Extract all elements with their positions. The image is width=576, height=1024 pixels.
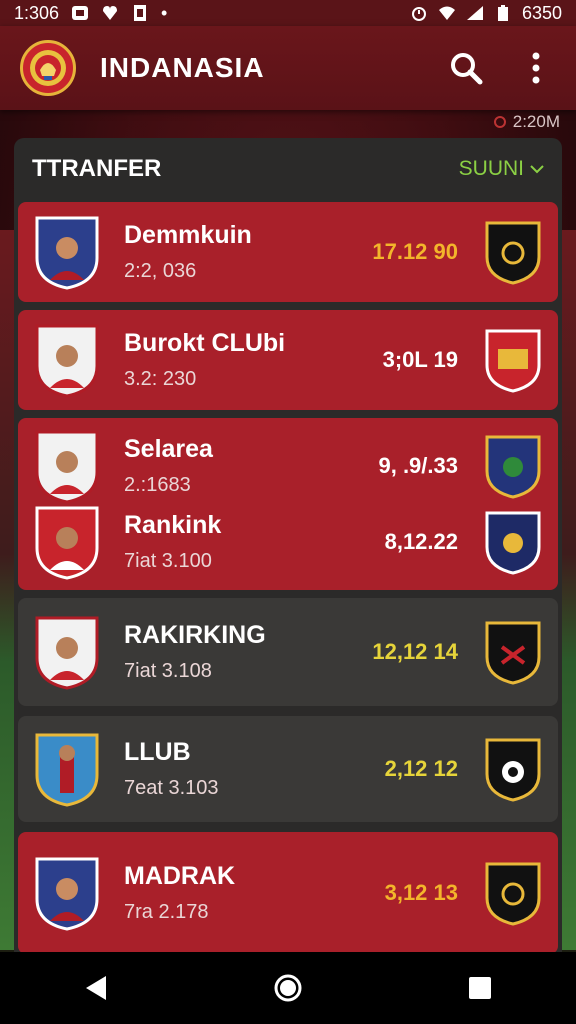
app-title: INDANASIA [100, 52, 265, 83]
club-badge-icon [485, 329, 541, 393]
wifi-icon [438, 5, 456, 21]
transfer-value: 3;0L 19 [382, 347, 458, 372]
transfer-value: 17.12 90 [372, 239, 458, 264]
battery-icon [494, 5, 512, 21]
refresh-icon [493, 116, 506, 128]
player-detail: 7iat 3.108 [124, 660, 212, 682]
chevron-down-icon [530, 165, 544, 174]
player-crest-icon [35, 857, 99, 931]
transfer-card[interactable]: Burokt CLUbi 3.2: 230 3;0L 19 [18, 310, 558, 410]
transfer-value: 8,12.22 [384, 529, 458, 554]
transfer-value: 3,12 13 [384, 880, 458, 905]
recents-icon[interactable] [460, 968, 500, 1008]
club-name: LLUB [124, 738, 191, 766]
club-badge-icon [485, 221, 541, 285]
club-logo-icon[interactable] [20, 40, 76, 96]
app-bar: INDANASIA [0, 26, 576, 110]
club-badge-icon [485, 435, 541, 499]
transfer-row[interactable]: Selarea 2.:1683 9, .9/.33 [34, 428, 542, 504]
back-icon[interactable] [76, 968, 116, 1008]
status-bar: 1:306 • 6350 [0, 0, 576, 26]
transfer-card[interactable]: RAKIRKING 7iat 3.108 12,12 14 [18, 598, 558, 706]
player-name: RAKIRKING [124, 621, 266, 649]
transfer-panel: TTRANFER SUUNI Demmkuin 2:2, 036 17.12 9… [14, 138, 562, 968]
transfer-value: 9, .9/.33 [378, 453, 458, 478]
notification-app-icon [71, 5, 89, 21]
battery-text: 6350 [521, 2, 562, 23]
filter-dropdown[interactable]: SUUNI [459, 157, 544, 181]
player-crest-icon [35, 430, 99, 504]
transfer-value: 12,12 14 [372, 639, 458, 664]
search-icon[interactable] [446, 48, 486, 88]
panel-title: TTRANFER [32, 155, 162, 182]
club-badge-icon [485, 511, 541, 575]
transfer-row[interactable]: Rankink 7iat 3.100 8,12.22 [34, 504, 542, 580]
player-name: Burokt CLUbi [124, 329, 286, 357]
player-crest-icon [35, 733, 99, 807]
alarm-icon [410, 5, 428, 21]
player-detail: 7eat 3.103 [124, 777, 219, 799]
document-icon [131, 5, 149, 21]
player-crest-icon [35, 216, 99, 290]
panel-header: TTRANFER SUUNI [14, 138, 562, 200]
transfer-value: 2,12 12 [384, 756, 458, 781]
club-badge-icon [485, 621, 541, 685]
player-detail: 2:2, 036 [124, 260, 197, 282]
heart-shield-icon [101, 5, 119, 21]
transfer-card[interactable]: Demmkuin 2:2, 036 17.12 90 [18, 202, 558, 302]
transfer-card[interactable]: MADRAK 7ra 2.178 3,12 13 [18, 832, 558, 954]
club-badge-icon [485, 738, 541, 802]
status-time: 1:306 [14, 2, 60, 23]
last-update: 2:20M [493, 112, 560, 132]
home-icon[interactable] [268, 968, 308, 1008]
club-badge-icon [485, 862, 541, 926]
player-name: Rankink [124, 511, 222, 539]
player-detail: 7ra 2.178 [124, 901, 209, 923]
status-dot-icon: • [161, 2, 168, 23]
player-name: Selarea [124, 435, 213, 463]
more-vert-icon[interactable] [516, 48, 556, 88]
filter-label: SUUNI [458, 157, 524, 180]
update-time: 2:20M [512, 112, 560, 131]
player-crest-icon [35, 506, 99, 580]
transfer-card-group[interactable]: Selarea 2.:1683 9, .9/.33 Rankink 7iat 3… [18, 418, 558, 590]
player-name: Demmkuin [124, 221, 252, 249]
player-detail: 7iat 3.100 [124, 550, 212, 572]
player-crest-icon [35, 324, 99, 398]
system-nav-bar [0, 952, 576, 1024]
player-name: MADRAK [124, 862, 236, 890]
player-crest-icon [35, 616, 99, 690]
transfer-card[interactable]: LLUB 7eat 3.103 2,12 12 [18, 716, 558, 822]
signal-icon [466, 5, 484, 21]
player-detail: 2.:1683 [124, 474, 191, 496]
player-detail: 3.2: 230 [124, 368, 197, 390]
